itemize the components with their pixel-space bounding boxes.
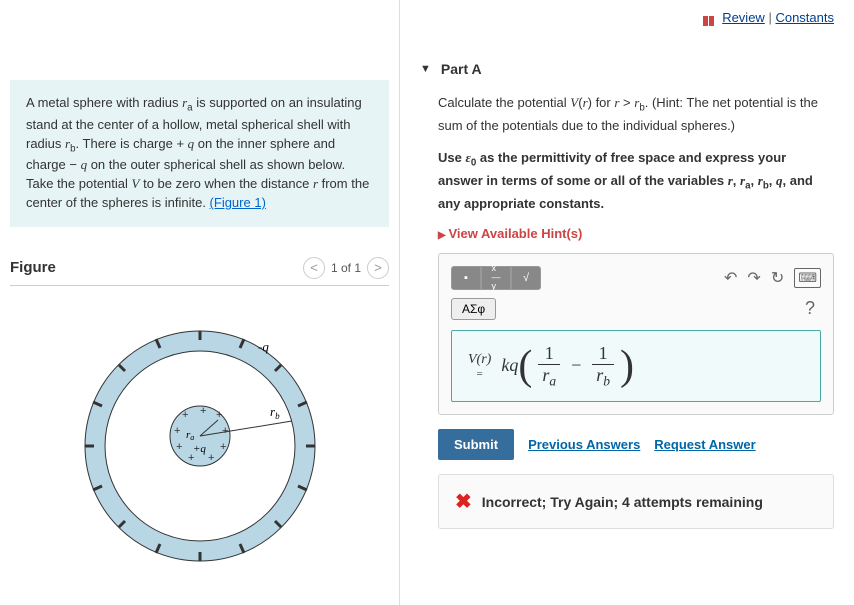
formula-kq: kq — [501, 355, 518, 376]
part-title: Part A — [441, 61, 482, 77]
redo-icon[interactable]: ↷ — [747, 268, 760, 288]
feedback-box: ✖ Incorrect; Try Again; 4 attempts remai… — [438, 474, 834, 529]
part-body: Calculate the potential V(r) for r > rb.… — [420, 83, 834, 539]
figure-image: +++ ++ ++ ++ -q rb ra +q — [10, 296, 389, 576]
previous-answers-link[interactable]: Previous Answers — [528, 437, 640, 452]
equation-toolbar: ▪ x—y √ ↶ ↷ ↻ ⌨ — [451, 266, 821, 290]
greek-button[interactable]: ΑΣφ — [451, 298, 496, 320]
feedback-text: Incorrect; Try Again; 4 attempts remaini… — [482, 494, 763, 510]
help-icon[interactable]: ? — [799, 298, 821, 319]
constants-link[interactable]: Constants — [775, 10, 834, 25]
label-plus-q: +q — [193, 443, 206, 455]
problem-text: A metal sphere with radius ra is support… — [26, 95, 369, 210]
figure-link[interactable]: (Figure 1) — [210, 195, 266, 210]
caret-down-icon: ▼ — [420, 63, 431, 75]
submit-row: Submit Previous Answers Request Answer — [438, 429, 834, 460]
figure-title: Figure — [10, 259, 56, 276]
sphere-diagram: +++ ++ ++ ++ -q rb ra +q — [60, 306, 340, 566]
answer-formula: kq ( 1 ra − 1 rb ) — [501, 343, 634, 390]
secondary-toolbar: ΑΣφ ? — [451, 298, 821, 320]
paren-right: ) — [620, 345, 634, 387]
frac-1: 1 ra — [538, 343, 560, 390]
view-hints-link[interactable]: View Available Hint(s) — [438, 226, 834, 241]
reset-icon[interactable]: ↻ — [771, 268, 784, 288]
bookmark-icon — [701, 14, 715, 24]
prompt-instructions: Use ε0 as the permittivity of free space… — [438, 148, 834, 214]
figure-pager: < 1 of 1 > — [303, 257, 389, 279]
problem-statement: A metal sphere with radius ra is support… — [10, 80, 389, 227]
pager-prev-button[interactable]: < — [303, 257, 325, 279]
answer-box: ▪ x—y √ ↶ ↷ ↻ ⌨ ΑΣφ ? V(r)= — [438, 253, 834, 416]
submit-button[interactable]: Submit — [438, 429, 514, 460]
review-link[interactable]: Review — [722, 10, 765, 25]
incorrect-icon: ✖ — [455, 489, 472, 514]
paren-left: ( — [518, 345, 532, 387]
frac-2: 1 rb — [592, 343, 614, 390]
keyboard-icon[interactable]: ⌨ — [794, 268, 821, 288]
undo-icon[interactable]: ↶ — [724, 268, 737, 288]
sqrt-button[interactable]: √ — [511, 266, 541, 290]
part-header[interactable]: ▼ Part A — [420, 55, 834, 83]
answer-input[interactable]: V(r)= kq ( 1 ra − 1 rb ) — [451, 330, 821, 403]
fraction-button[interactable]: x—y — [481, 266, 511, 290]
figure-header: Figure < 1 of 1 > — [10, 257, 389, 286]
right-panel: Review | Constants ▼ Part A Calculate th… — [400, 0, 854, 605]
minus-sign: − — [570, 355, 582, 376]
edit-buttons: ↶ ↷ ↻ ⌨ — [724, 268, 821, 288]
request-answer-link[interactable]: Request Answer — [654, 437, 755, 452]
top-links: Review | Constants — [420, 10, 834, 25]
answer-lhs: V(r)= — [468, 352, 491, 380]
templates-button[interactable]: ▪ — [451, 266, 481, 290]
link-separator: | — [768, 10, 771, 25]
pager-next-button[interactable]: > — [367, 257, 389, 279]
format-buttons: ▪ x—y √ — [451, 266, 541, 290]
prompt-text: Calculate the potential V(r) for r > rb.… — [438, 93, 834, 136]
pager-label: 1 of 1 — [331, 261, 361, 275]
label-minus-q: -q — [258, 339, 269, 354]
left-panel: A metal sphere with radius ra is support… — [0, 0, 400, 605]
